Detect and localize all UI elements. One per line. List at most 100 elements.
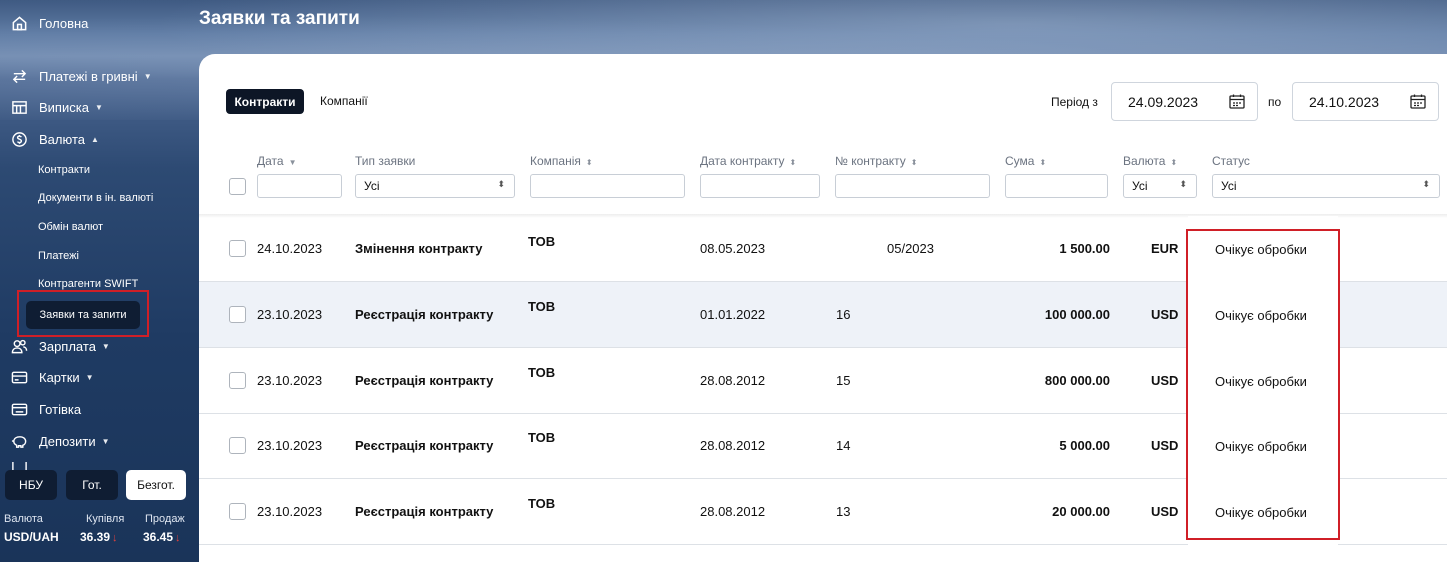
arrow-down-icon: ↓ xyxy=(112,532,118,544)
col-currency[interactable]: Валюта ⬍ xyxy=(1123,154,1177,168)
col-date[interactable]: Дата ▼ xyxy=(257,154,297,168)
chevron-down-icon: ▼ xyxy=(85,372,94,382)
row-date: 24.10.2023 xyxy=(257,241,323,256)
fx-tab-cash[interactable]: Гот. xyxy=(66,470,118,500)
row-currency: USD xyxy=(1151,373,1179,388)
sort-icon: ⬍ xyxy=(1170,158,1178,167)
nav-cards[interactable]: Картки ▼ xyxy=(10,368,94,386)
col-company[interactable]: Компанія ⬍ xyxy=(530,154,593,168)
partial-icon xyxy=(10,462,28,470)
row-type: Реєстрація контракту xyxy=(355,438,494,453)
fx-tab-noncash[interactable]: Безгот. xyxy=(126,470,186,500)
col-contract-no[interactable]: № контракту ⬍ xyxy=(835,154,917,168)
row-contract-no: 13 xyxy=(836,504,851,519)
filter-amount-input[interactable] xyxy=(1005,174,1108,198)
arrow-down-icon: ↓ xyxy=(175,532,181,544)
nav-salary[interactable]: Зарплата ▼ xyxy=(10,337,110,355)
select-arrows-icon: ⬍ xyxy=(1179,179,1187,189)
row-checkbox[interactable] xyxy=(229,306,246,323)
filter-company-input[interactable] xyxy=(530,174,685,198)
fx-tab-nbu[interactable]: НБУ xyxy=(5,470,57,500)
statement-icon xyxy=(10,98,28,116)
filter-date-input[interactable] xyxy=(257,174,342,198)
row-contract-no: 05/2023 xyxy=(887,241,934,256)
card-icon xyxy=(10,368,28,386)
people-icon xyxy=(10,337,28,355)
row-currency: USD xyxy=(1151,438,1179,453)
nav-currency[interactable]: Валюта ▲ xyxy=(10,130,99,148)
row-checkbox[interactable] xyxy=(229,503,246,520)
col-amount[interactable]: Сума ⬍ xyxy=(1005,154,1046,168)
fx-pair: USD/UAH xyxy=(4,530,59,544)
sub-exchange[interactable]: Обмін валют xyxy=(38,221,103,233)
period-to-input[interactable]: 24.10.2023 xyxy=(1292,82,1439,121)
nav-deposits[interactable]: Депозити ▼ xyxy=(10,432,110,450)
row-type: Реєстрація контракту xyxy=(355,373,494,388)
sub-foreign-docs[interactable]: Документи в ін. валюті xyxy=(38,192,153,204)
row-amount: 800 000.00 xyxy=(1044,373,1110,388)
row-checkbox[interactable] xyxy=(229,437,246,454)
sort-icon: ⬍ xyxy=(1039,158,1047,167)
tab-companies[interactable]: Компанії xyxy=(320,94,368,108)
col-type-label: Тип заявки xyxy=(355,154,416,168)
row-type: Реєстрація контракту xyxy=(355,504,494,519)
row-contract-date: 08.05.2023 xyxy=(700,241,766,256)
row-currency: USD xyxy=(1151,307,1179,322)
row-company: ТОВ xyxy=(528,496,556,511)
nav-cash-label: Готівка xyxy=(39,401,82,417)
row-contract-date: 28.08.2012 xyxy=(700,504,766,519)
page-title: Заявки та запити xyxy=(199,8,360,29)
filter-currency-select[interactable]: Усі ⬍ xyxy=(1123,174,1197,198)
filter-type-select[interactable]: Усі ⬍ xyxy=(355,174,515,198)
nav-home-label: Головна xyxy=(39,15,89,31)
row-contract-no: 16 xyxy=(836,307,851,322)
row-amount: 100 000.00 xyxy=(1044,307,1110,322)
col-contract-date[interactable]: Дата контракту ⬍ xyxy=(700,154,796,168)
filter-contract-date-input[interactable] xyxy=(700,174,820,198)
nav-cash[interactable]: Готівка xyxy=(10,400,81,418)
select-arrows-icon: ⬍ xyxy=(497,179,505,189)
sort-icon: ⬍ xyxy=(910,158,918,167)
col-amount-label: Сума xyxy=(1005,154,1035,168)
col-status: Статус xyxy=(1212,154,1250,168)
period-to-label: по xyxy=(1268,95,1282,109)
chevron-down-icon: ▼ xyxy=(101,436,110,446)
nav-item-partial xyxy=(10,462,39,470)
row-amount: 5 000.00 xyxy=(1059,438,1110,453)
row-contract-date: 28.08.2012 xyxy=(700,438,766,453)
chevron-up-icon: ▲ xyxy=(91,134,99,144)
calendar-icon[interactable] xyxy=(1229,94,1245,109)
chevron-down-icon: ▼ xyxy=(101,341,110,351)
filter-contract-no-input[interactable] xyxy=(835,174,990,198)
calendar-icon[interactable] xyxy=(1410,94,1426,109)
row-checkbox[interactable] xyxy=(229,372,246,389)
period-from-input[interactable]: 24.09.2023 xyxy=(1111,82,1258,121)
tab-contracts[interactable]: Контракти xyxy=(226,89,304,114)
period-from-value: 24.09.2023 xyxy=(1128,93,1199,110)
home-icon xyxy=(10,14,28,32)
row-company: ТОВ xyxy=(528,365,556,380)
row-type: Змінення контракту xyxy=(355,241,483,256)
nav-statement[interactable]: Виписка ▼ xyxy=(10,98,103,116)
row-amount: 1 500.00 xyxy=(1059,241,1110,256)
period-to-value: 24.10.2023 xyxy=(1309,93,1380,110)
sub-swift[interactable]: Контрагенти SWIFT xyxy=(38,278,138,290)
col-status-label: Статус xyxy=(1212,154,1250,168)
sub-contracts[interactable]: Контракти xyxy=(38,164,90,176)
col-contract-date-label: Дата контракту xyxy=(700,154,785,168)
select-all-checkbox[interactable] xyxy=(229,178,246,195)
chevron-down-icon: ▼ xyxy=(94,102,103,112)
nav-home[interactable]: Головна xyxy=(10,14,88,32)
nav-cards-label: Картки xyxy=(39,369,80,385)
filter-status-select[interactable]: Усі ⬍ xyxy=(1212,174,1440,198)
filter-currency-value: Усі xyxy=(1132,179,1148,193)
select-arrows-icon: ⬍ xyxy=(1422,179,1430,189)
row-checkbox[interactable] xyxy=(229,240,246,257)
row-contract-no: 14 xyxy=(836,438,851,453)
fx-header-sell: Продаж xyxy=(145,513,185,525)
sub-payments[interactable]: Платежі xyxy=(38,250,79,262)
col-company-label: Компанія xyxy=(530,154,581,168)
cash-icon xyxy=(10,400,28,418)
row-company: ТОВ xyxy=(528,234,556,249)
nav-payments-uah[interactable]: Платежі в гривні ▼ xyxy=(10,67,152,85)
